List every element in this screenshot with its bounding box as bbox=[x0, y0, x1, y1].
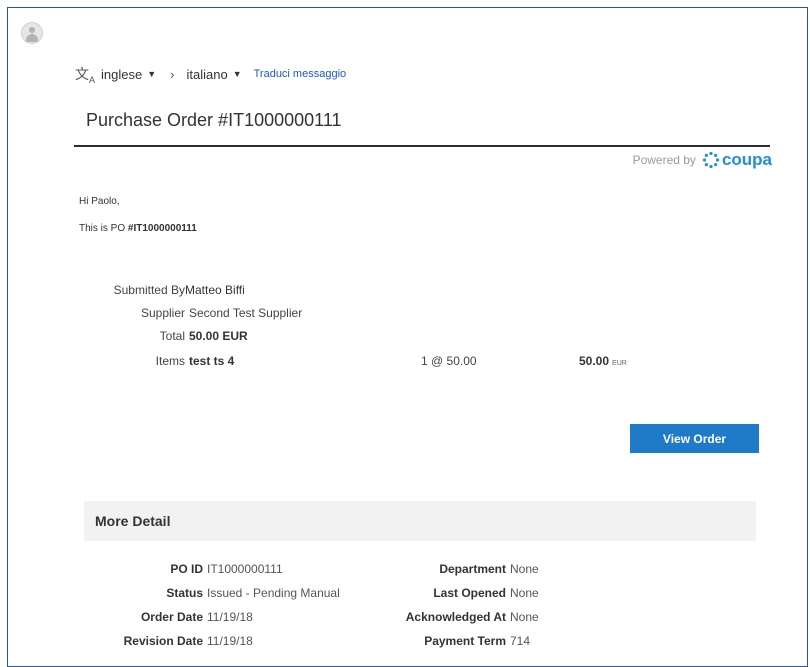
submitted-by-row: Submitted By bbox=[0, 283, 185, 299]
last-opened-label: Last Opened bbox=[433, 586, 506, 600]
title-divider bbox=[74, 145, 770, 147]
detail-label-acknowledged-at: Acknowledged At bbox=[0, 610, 506, 626]
total-label: Total bbox=[159, 329, 185, 343]
item-amount-value: 50.00 bbox=[579, 354, 610, 368]
supplier-row: Supplier bbox=[0, 306, 185, 322]
user-avatar-icon[interactable] bbox=[21, 22, 43, 44]
source-language-label: inglese bbox=[101, 66, 143, 82]
detail-label-last-opened: Last Opened bbox=[0, 586, 506, 602]
total-value: 50.00 EUR bbox=[189, 329, 248, 343]
caret-down-icon: ▼ bbox=[232, 69, 242, 79]
powered-by-label: Powered by bbox=[632, 153, 696, 167]
more-detail-title: More Detail bbox=[95, 513, 171, 529]
items-row: Items bbox=[0, 354, 185, 370]
last-opened-value: None bbox=[510, 586, 539, 600]
submitted-by-value: Matteo Biffi bbox=[185, 283, 245, 297]
chevron-right-icon: › bbox=[170, 66, 175, 82]
intro-line: This is PO #IT1000000111 bbox=[79, 223, 197, 234]
item-amount: 50.00 EUR bbox=[579, 354, 627, 368]
more-detail-header: More Detail bbox=[84, 501, 756, 541]
supplier-label: Supplier bbox=[140, 306, 185, 320]
item-currency: EUR bbox=[612, 360, 627, 367]
source-language-dropdown[interactable]: inglese ▼ bbox=[101, 67, 156, 82]
translate-icon: 文A bbox=[75, 65, 96, 85]
page-title: Purchase Order #IT1000000111 bbox=[86, 110, 342, 130]
payment-term-value: 714 bbox=[510, 634, 531, 648]
items-label: Items bbox=[155, 354, 185, 368]
supplier-value: Second Test Supplier bbox=[189, 306, 303, 320]
caret-down-icon: ▼ bbox=[147, 69, 157, 79]
submitted-by-label: Submitted By bbox=[113, 283, 185, 297]
target-language-dropdown[interactable]: italiano ▼ bbox=[186, 67, 241, 82]
coupa-brand-label: coupa bbox=[721, 150, 772, 169]
greeting: Hi Paolo, bbox=[79, 196, 120, 207]
department-value: None bbox=[510, 562, 539, 576]
intro-po-number: #IT1000000111 bbox=[127, 223, 197, 234]
view-order-button[interactable]: View Order bbox=[630, 424, 759, 453]
translate-message-link[interactable]: Traduci messaggio bbox=[254, 68, 347, 80]
department-label: Department bbox=[439, 562, 506, 576]
item-name: test ts 4 bbox=[189, 354, 235, 368]
intro-prefix: This is PO bbox=[79, 223, 126, 234]
target-language-label: italiano bbox=[186, 66, 228, 82]
acknowledged-at-label: Acknowledged At bbox=[405, 610, 506, 624]
payment-term-label: Payment Term bbox=[424, 634, 506, 648]
powered-by: Powered by coupa bbox=[633, 150, 772, 170]
detail-label-department: Department bbox=[0, 562, 506, 578]
item-quantity: 1 @ 50.00 bbox=[421, 354, 477, 368]
translate-bar: 文A inglese ▼ › italiano ▼ Traduci messag… bbox=[75, 64, 347, 85]
coupa-logo-icon: coupa bbox=[702, 150, 772, 170]
total-row: Total bbox=[0, 329, 185, 345]
acknowledged-at-value: None bbox=[510, 610, 539, 624]
